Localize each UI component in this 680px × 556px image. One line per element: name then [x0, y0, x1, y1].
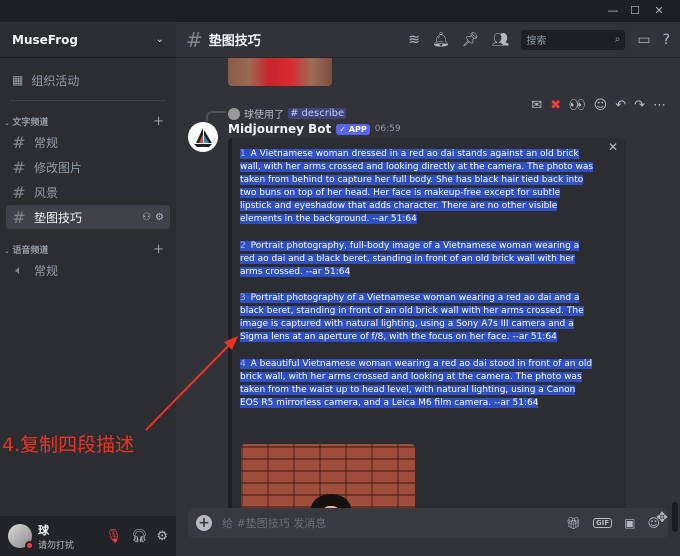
annotation-arrow [145, 336, 238, 431]
